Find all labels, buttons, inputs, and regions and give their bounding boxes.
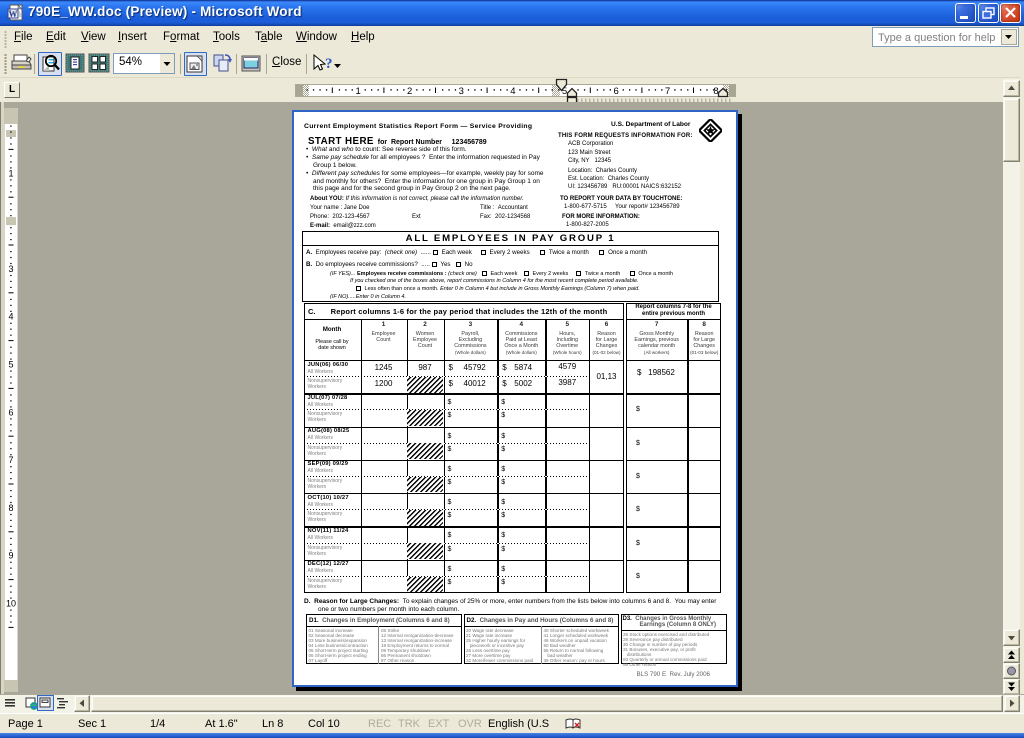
- svg-text:7: 7: [8, 455, 13, 465]
- svg-text:6: 6: [613, 86, 618, 97]
- svg-text:6: 6: [8, 407, 13, 417]
- svg-text:3: 3: [8, 264, 13, 274]
- svg-text:4: 4: [510, 86, 515, 97]
- svg-text:3: 3: [459, 86, 464, 97]
- svg-text:8: 8: [713, 86, 718, 97]
- svg-text:2: 2: [407, 86, 412, 97]
- svg-text:1: 1: [355, 86, 360, 97]
- svg-text:10: 10: [6, 599, 16, 609]
- svg-text:W: W: [9, 9, 18, 19]
- svg-text:7: 7: [665, 86, 670, 97]
- svg-text:9: 9: [8, 551, 13, 561]
- svg-text:?: ?: [325, 56, 333, 72]
- svg-text:8: 8: [8, 503, 13, 513]
- svg-text:4: 4: [8, 312, 13, 322]
- svg-text:5: 5: [8, 360, 13, 370]
- svg-text:1: 1: [8, 168, 13, 178]
